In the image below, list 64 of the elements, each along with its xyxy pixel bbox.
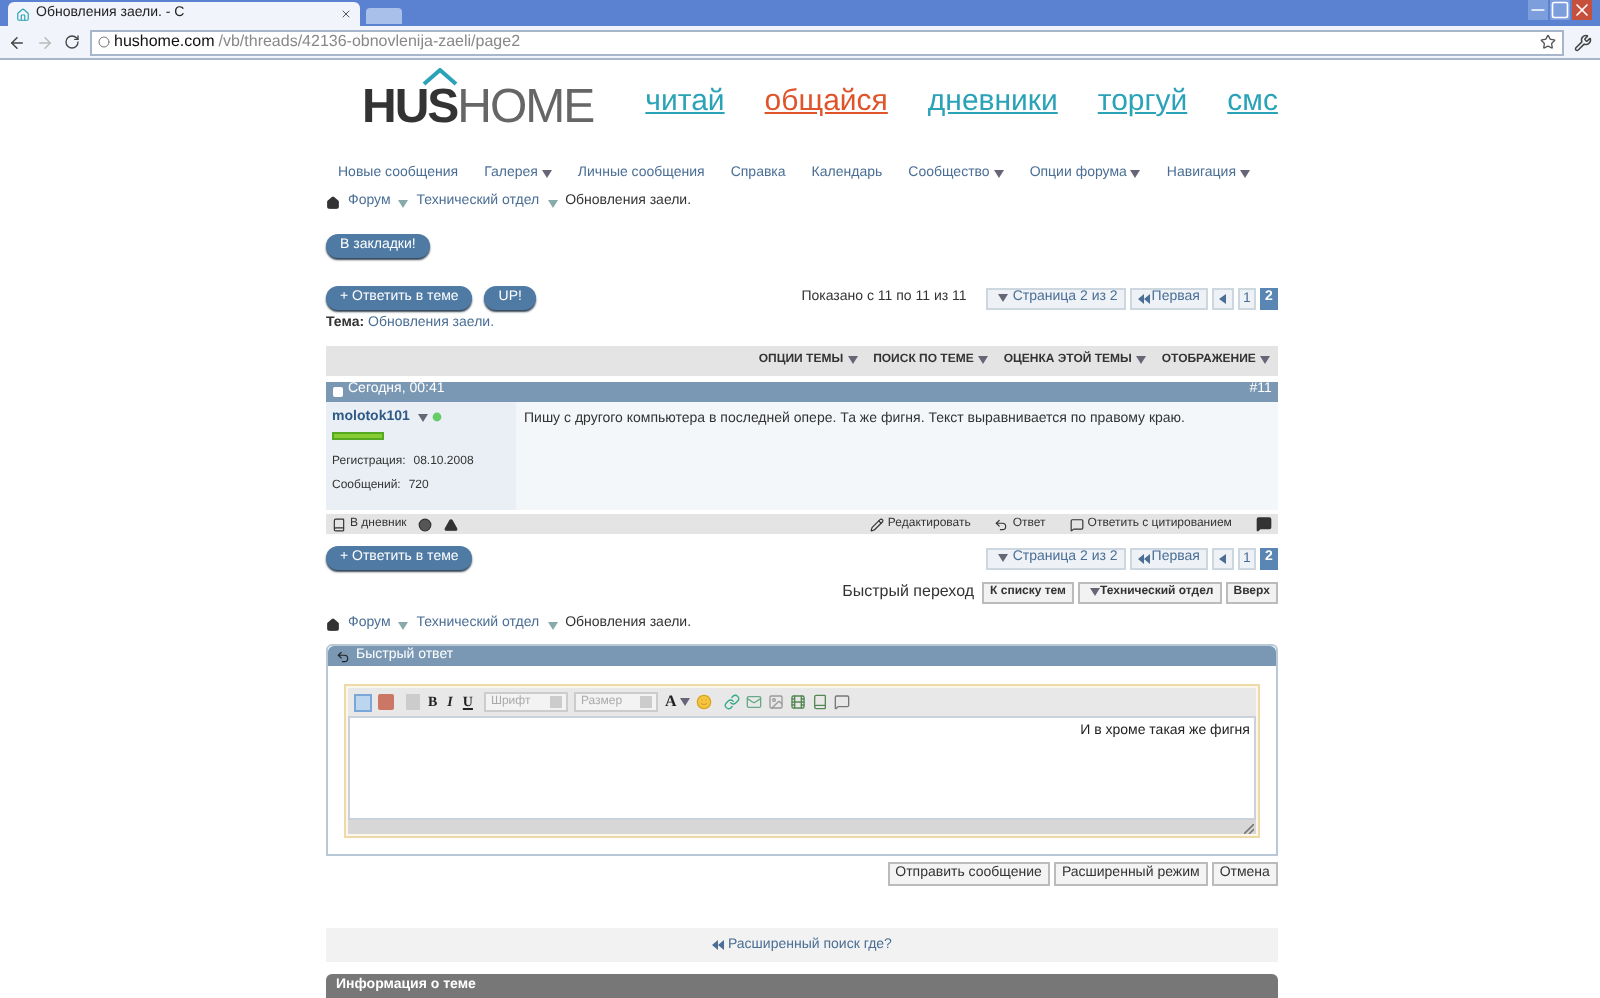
separator-icon xyxy=(547,619,558,630)
page-icon xyxy=(98,36,110,48)
link-icon[interactable] xyxy=(724,694,741,711)
caret-icon xyxy=(680,698,691,707)
caret-icon xyxy=(977,356,988,365)
caret-icon xyxy=(998,554,1009,563)
post-icon xyxy=(332,385,344,397)
caret-icon xyxy=(998,294,1009,303)
address-field[interactable]: hushome.com /vb/threads/42136-obnovlenija-zaeli/page2 xyxy=(90,29,1564,55)
home-icon[interactable] xyxy=(326,195,340,210)
double-arrow-icon xyxy=(1137,293,1150,304)
caret-icon xyxy=(1135,356,1146,365)
top-link[interactable]: читай xyxy=(645,79,725,125)
speech-bubble-icon[interactable] xyxy=(834,694,851,711)
url-host: hushome.com xyxy=(114,30,215,54)
roof-icon xyxy=(422,68,458,87)
site-icon xyxy=(16,7,30,21)
undo-arrow-icon xyxy=(994,517,1009,532)
close-window-icon[interactable] xyxy=(1572,0,1592,20)
text-color-button[interactable]: A xyxy=(664,690,691,715)
logo-text: HOME xyxy=(457,84,594,133)
close-icon[interactable] xyxy=(340,8,352,20)
pencil-icon xyxy=(869,517,884,532)
book-icon xyxy=(332,517,346,532)
video-icon[interactable] xyxy=(790,694,807,711)
home-icon[interactable] xyxy=(326,617,340,632)
speech-bubble-icon xyxy=(1069,517,1084,532)
caret-icon xyxy=(847,356,858,365)
separator-icon xyxy=(398,197,409,208)
caret-icon xyxy=(1259,356,1270,365)
top-link[interactable]: дневники xyxy=(927,79,1058,125)
warning-icon[interactable] xyxy=(444,517,459,532)
multi-quote-icon[interactable] xyxy=(1255,516,1272,533)
top-link[interactable]: общайся xyxy=(764,79,888,125)
site-logo[interactable]: HUSHOME xyxy=(362,66,594,133)
caret-icon xyxy=(417,413,428,422)
double-arrow-icon xyxy=(1137,553,1150,564)
url-path: /vb/threads/42136-obnovlenija-zaeli/page2 xyxy=(218,30,521,54)
logo-text: HUS xyxy=(362,84,458,133)
caret-icon xyxy=(993,170,1004,179)
separator-icon xyxy=(398,619,409,630)
caret-icon xyxy=(1130,170,1141,179)
separator-icon xyxy=(547,197,558,208)
caret-icon xyxy=(1090,588,1100,597)
mail-icon[interactable] xyxy=(746,694,763,711)
back-icon[interactable] xyxy=(8,33,26,51)
reload-icon[interactable] xyxy=(64,34,80,50)
undo-arrow-icon xyxy=(336,649,350,664)
quick-nav-label: Быстрый переход xyxy=(842,580,975,605)
minimize-icon[interactable] xyxy=(1528,0,1548,20)
image-icon[interactable] xyxy=(768,694,785,711)
reputation-icon[interactable] xyxy=(418,517,433,532)
top-link[interactable]: смс xyxy=(1227,79,1278,125)
reputation-bar xyxy=(332,432,384,440)
previous-page-icon[interactable] xyxy=(1211,287,1234,310)
double-arrow-icon xyxy=(711,940,724,951)
top-link[interactable]: торгуй xyxy=(1097,79,1188,125)
previous-page-icon[interactable] xyxy=(1211,547,1234,570)
maximize-icon[interactable] xyxy=(1550,0,1570,20)
star-icon[interactable] xyxy=(1540,34,1556,50)
caret-icon xyxy=(541,170,552,179)
caret-icon xyxy=(1240,170,1251,179)
settings-icon[interactable] xyxy=(1574,33,1592,51)
resize-handle-icon[interactable] xyxy=(1243,824,1254,835)
